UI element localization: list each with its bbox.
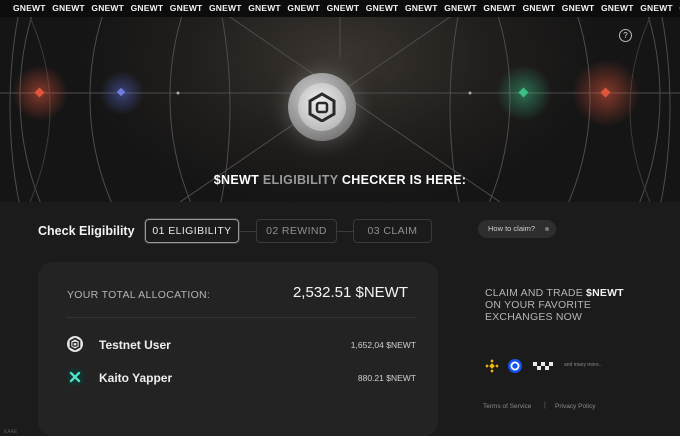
newt-hexagon-icon (308, 92, 336, 122)
footer-separator: | (544, 402, 546, 409)
allocation-label: YOUR TOTAL ALLOCATION: (67, 289, 211, 301)
step-eligibility[interactable]: 01 ELIGIBILITY (145, 219, 239, 243)
allocation-value: 2,532.51 $NEWT (292, 284, 408, 301)
ticker-item: GNEWT (169, 3, 203, 13)
coinbase-icon[interactable] (508, 359, 522, 373)
ticker-item: GNEWT (483, 3, 517, 13)
divider (66, 317, 416, 318)
ticker-item: GNEWT (405, 3, 438, 13)
how-to-claim-label: How to claim? (488, 224, 536, 233)
newt-logo-icon (67, 336, 83, 352)
step-claim[interactable]: 03 CLAIM (353, 219, 432, 243)
ticker-bar: GNEWT GNEWT GNEWT GNEWT GNEWT GNEWT GNEWT GNEWT… (0, 0, 680, 17)
row-label-testnet: Testnet User (99, 338, 171, 352)
row-value-testnet: 1,652,04 $NEWT (350, 340, 416, 350)
hero-section: ? $NEWT ELIGIBILITY CHECKER IS HERE: (0, 17, 680, 202)
terms-link[interactable]: Terms of Service (483, 403, 531, 410)
ticker-item: GNEWT (91, 3, 125, 13)
binance-icon[interactable] (485, 359, 499, 373)
newt-logo (288, 73, 356, 141)
ticker-item: GNEWT (248, 3, 281, 13)
okx-icon[interactable] (532, 359, 554, 373)
help-icon[interactable]: ? (619, 29, 632, 42)
ticker-item: GNEWT (522, 3, 556, 13)
many-more-text: and many more.. (564, 362, 602, 368)
ticker-item: GNEWT (601, 3, 634, 13)
row-value-kaito: 880.21 $NEWT (357, 373, 416, 383)
ticker-item: GNEWT (365, 3, 399, 13)
ticker-item: GNEWT (444, 3, 477, 13)
step-connector (337, 231, 353, 232)
ticker-item: GNEWT (130, 3, 164, 13)
ticker-item: GNEWT (326, 3, 360, 13)
dot-icon (545, 227, 549, 231)
row-label-kaito: Kaito Yapper (99, 371, 173, 385)
claim-promo-text: CLAIM AND TRADE $NEWT ON YOUR FAVORITE E… (485, 287, 624, 323)
how-to-claim-button[interactable]: How to claim? (478, 220, 556, 238)
ticker-item: GNEWT (13, 3, 46, 13)
check-eligibility-title: Check Eligibility (38, 224, 135, 238)
step-connector (239, 231, 256, 232)
allocation-card: YOUR TOTAL ALLOCATION: 2,532.51 $NEWT Te… (38, 262, 438, 436)
privacy-link[interactable]: Privacy Policy (555, 403, 595, 410)
hero-title: $NEWT ELIGIBILITY CHECKER IS HERE: (213, 173, 467, 187)
corner-text: EAAE (4, 429, 18, 435)
ticker-item: GNEWT (561, 3, 595, 13)
ticker-item: GNEWT (640, 3, 673, 13)
ticker-item: GNEWT (209, 3, 242, 13)
step-rewind[interactable]: 02 REWIND (256, 219, 337, 243)
ticker-item: GNEWT (52, 3, 85, 13)
kaito-icon (67, 369, 83, 385)
ticker-item: GNEWT (287, 3, 321, 13)
